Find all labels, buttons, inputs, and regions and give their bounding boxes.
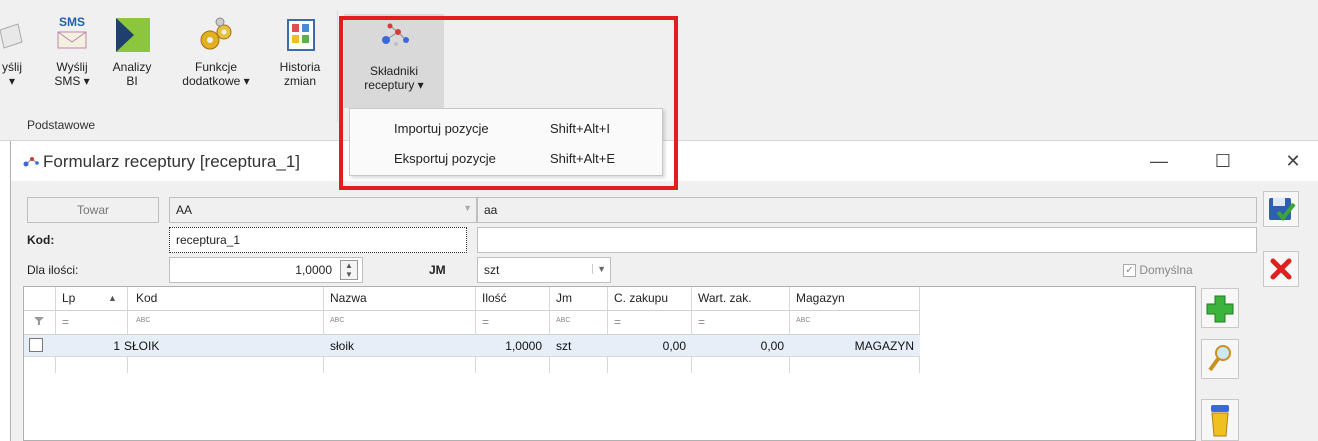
chevron-down-icon: ▼ bbox=[592, 264, 606, 274]
jm-select[interactable]: szt ▼ bbox=[477, 257, 611, 283]
dla-ilosci-label: Dla ilości: bbox=[27, 263, 79, 277]
cell-nazwa: słoik bbox=[330, 339, 355, 353]
preview-item-button[interactable] bbox=[1201, 339, 1239, 379]
skladniki-receptury-button[interactable]: Składniki receptury ▾ bbox=[344, 14, 444, 108]
filter-lp[interactable]: = bbox=[62, 315, 69, 329]
historia-zmian-button[interactable]: Historia zmian bbox=[270, 14, 330, 88]
molecule-icon bbox=[376, 18, 412, 58]
filter-jm[interactable]: ABC bbox=[556, 317, 570, 324]
dla-ilosci-input[interactable]: 1,0000 ▲ ▼ bbox=[169, 257, 363, 283]
trash-icon bbox=[1211, 405, 1229, 437]
cell-ilosc: 1,0000 bbox=[505, 339, 542, 353]
dla-ilosci-value: 1,0000 bbox=[295, 263, 332, 277]
cell-lp: 1 bbox=[113, 339, 120, 353]
cell-kod: SŁOIK bbox=[124, 339, 160, 353]
filter-ilosc[interactable]: = bbox=[482, 315, 489, 329]
save-button[interactable] bbox=[1263, 191, 1299, 227]
kod-extra-input[interactable] bbox=[477, 227, 1257, 253]
magnifier-icon bbox=[1208, 345, 1231, 372]
grid-header-row: Lp ▲ Kod Nazwa Ilość Jm C. zakupu Wart. … bbox=[24, 287, 920, 311]
cancel-x-icon bbox=[1270, 258, 1292, 280]
towar-code-value: AA bbox=[176, 203, 193, 217]
cell-c-zakupu: 0,00 bbox=[662, 339, 686, 353]
envelope-icon bbox=[0, 14, 24, 54]
window-title: Formularz receptury [receptura_1] bbox=[43, 152, 300, 171]
svg-text:SMS: SMS bbox=[59, 15, 85, 29]
col-header-ilosc[interactable]: Ilość bbox=[482, 291, 507, 305]
sort-asc-icon: ▲ bbox=[108, 293, 117, 303]
ribbon-separator bbox=[337, 10, 338, 122]
send-sms-button[interactable]: SMS Wyślij SMS ▾ bbox=[44, 14, 100, 88]
col-header-magazyn[interactable]: Magazyn bbox=[796, 291, 845, 305]
book-icon bbox=[282, 14, 318, 54]
col-header-nazwa[interactable]: Nazwa bbox=[330, 291, 367, 305]
filter-kod[interactable]: ABC bbox=[136, 317, 150, 324]
skladniki-dropdown-menu: Importuj pozycje Shift+Alt+I Eksportuj p… bbox=[349, 108, 663, 176]
filter-magazyn[interactable]: ABC bbox=[796, 317, 810, 324]
minimize-button[interactable]: — bbox=[1139, 147, 1179, 175]
menu-item-export[interactable]: Eksportuj pozycje Shift+Alt+E bbox=[350, 143, 662, 173]
towar-button[interactable]: Towar bbox=[27, 197, 159, 223]
menu-item-import[interactable]: Importuj pozycje Shift+Alt+I bbox=[350, 113, 662, 143]
bi-chevron-icon bbox=[114, 14, 150, 54]
jm-label: JM bbox=[429, 263, 446, 277]
gears-icon bbox=[198, 14, 234, 54]
col-header-lp[interactable]: Lp bbox=[62, 291, 75, 305]
jm-value: szt bbox=[484, 263, 500, 277]
col-header-c-zakupu[interactable]: C. zakupu bbox=[614, 291, 668, 305]
grid-filter-row: = ABC ABC = ABC = = ABC bbox=[24, 311, 920, 335]
filter-funnel-icon[interactable] bbox=[34, 315, 44, 329]
checkmark-icon: ✓ bbox=[1123, 264, 1136, 278]
maximize-button[interactable]: ☐ bbox=[1203, 147, 1243, 175]
filter-c-zakupu[interactable]: = bbox=[614, 315, 621, 329]
cell-jm: szt bbox=[556, 339, 572, 353]
towar-name-field: aa bbox=[477, 197, 1257, 223]
col-header-jm[interactable]: Jm bbox=[556, 291, 572, 305]
ingredients-grid: Lp ▲ Kod Nazwa Ilość Jm C. zakupu Wart. … bbox=[23, 286, 1196, 441]
row-checkbox[interactable] bbox=[29, 338, 43, 352]
table-row[interactable]: 1 SŁOIK słoik 1,0000 szt 0,00 0,00 MAGAZ… bbox=[24, 335, 920, 357]
close-button[interactable]: ✕ bbox=[1273, 147, 1313, 175]
analizy-bi-button[interactable]: Analizy BI bbox=[104, 14, 160, 88]
save-icon bbox=[1269, 198, 1296, 222]
plus-icon bbox=[1206, 295, 1234, 323]
domyslna-checkbox[interactable]: ✓ Domyślna bbox=[1123, 263, 1193, 278]
cancel-button[interactable] bbox=[1263, 251, 1299, 287]
kod-input[interactable]: receptura_1 bbox=[169, 227, 467, 253]
recipe-form-window: Formularz receptury [receptura_1] — ☐ ✕ … bbox=[10, 141, 1318, 441]
delete-item-button[interactable] bbox=[1201, 399, 1239, 441]
col-header-wart-zak[interactable]: Wart. zak. bbox=[698, 291, 752, 305]
group-label-podstawowe: Podstawowe bbox=[27, 118, 96, 132]
spinner-icon[interactable]: ▲ ▼ bbox=[340, 260, 358, 280]
col-header-kod[interactable]: Kod bbox=[136, 291, 157, 305]
funkcje-dodatkowe-button[interactable]: Funkcje dodatkowe ▾ bbox=[172, 14, 260, 88]
chevron-down-icon: ▼ bbox=[463, 203, 472, 213]
add-item-button[interactable] bbox=[1201, 288, 1239, 328]
filter-nazwa[interactable]: ABC bbox=[330, 317, 344, 324]
cell-magazyn: MAGAZYN bbox=[854, 339, 914, 353]
send-button-partial[interactable]: yślij ▾ bbox=[0, 14, 24, 88]
filter-wart-zak[interactable]: = bbox=[698, 315, 705, 329]
molecule-small-icon bbox=[23, 154, 39, 168]
cell-wart-zak: 0,00 bbox=[760, 339, 784, 353]
towar-code-select[interactable]: AA ▼ bbox=[169, 197, 477, 223]
window-titlebar: Formularz receptury [receptura_1] — ☐ ✕ bbox=[11, 141, 1318, 181]
kod-label: Kod: bbox=[27, 233, 55, 247]
sms-icon: SMS bbox=[54, 14, 90, 54]
